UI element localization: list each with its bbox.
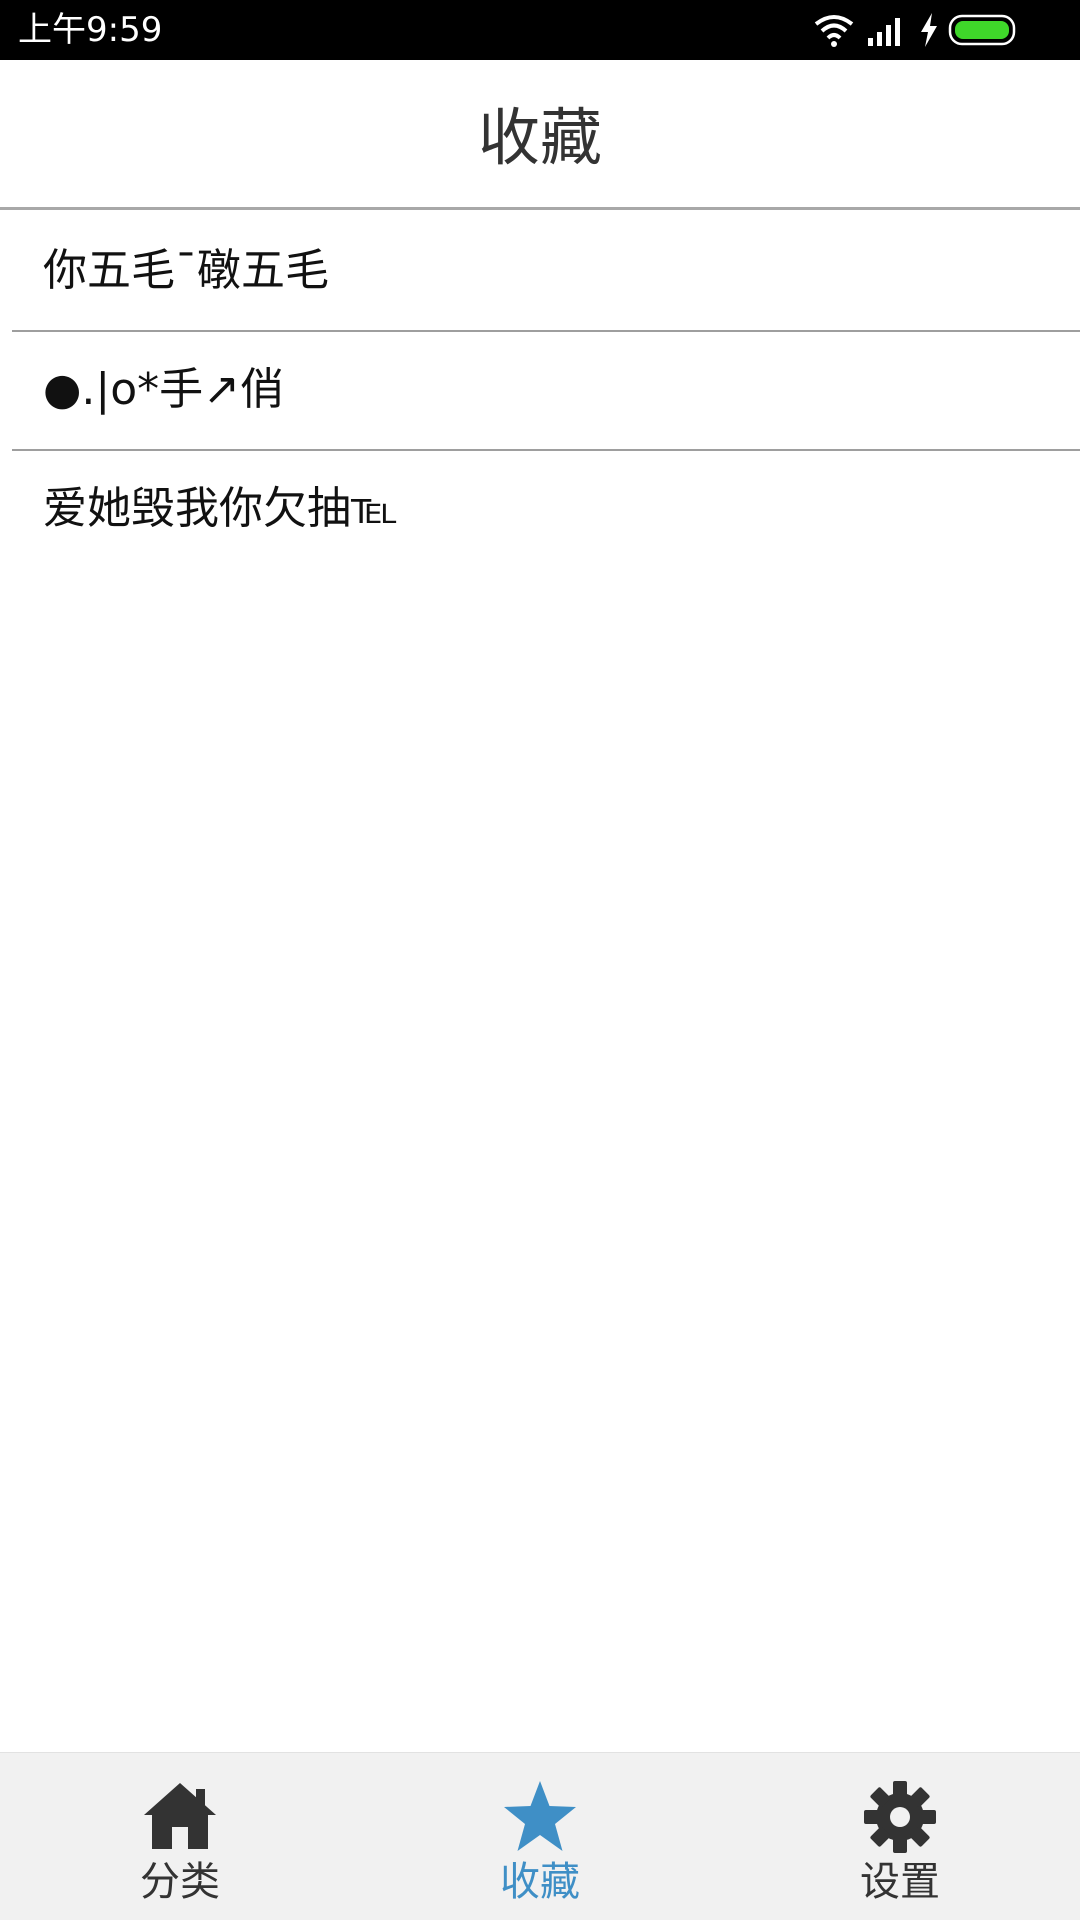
- tab-favorites[interactable]: 收藏: [360, 1753, 720, 1920]
- list-item-text: 你五毛ˉ礅五毛: [43, 245, 329, 296]
- tab-settings[interactable]: 设置: [720, 1753, 1080, 1920]
- bottom-tab-bar: 分类 收藏 设置: [0, 1752, 1080, 1920]
- star-icon: [504, 1781, 576, 1851]
- gear-icon: [864, 1781, 936, 1853]
- list-item-text: ●.|o*手↗俏: [43, 364, 284, 415]
- tab-favorites-label: 收藏: [500, 1859, 580, 1905]
- list-item[interactable]: 爱她毁我你欠抽℡: [12, 451, 1080, 570]
- battery-icon: [948, 14, 1016, 46]
- tab-settings-label: 设置: [860, 1859, 940, 1905]
- status-time: 上午9:59: [18, 10, 163, 50]
- wifi-icon: [814, 15, 854, 47]
- favorites-screen: 上午9:59 收藏 你五毛ˉ礅五毛 ●.|o*手↗俏 爱她毁我你欠抽℡ 分类 收…: [0, 0, 1080, 1920]
- list-item[interactable]: ●.|o*手↗俏: [12, 332, 1080, 451]
- list-item-text: 爱她毁我你欠抽℡: [43, 483, 399, 534]
- home-icon: [144, 1783, 216, 1849]
- tab-category-label: 分类: [140, 1859, 220, 1905]
- signal-icon: [868, 18, 900, 46]
- header-bar: 收藏: [0, 60, 1080, 210]
- list-item[interactable]: 你五毛ˉ礅五毛: [12, 213, 1080, 332]
- tab-category[interactable]: 分类: [0, 1753, 360, 1920]
- favorites-list: 你五毛ˉ礅五毛 ●.|o*手↗俏 爱她毁我你欠抽℡: [0, 213, 1080, 570]
- charging-icon: [921, 13, 937, 47]
- status-bar: 上午9:59: [0, 0, 1080, 60]
- status-icons: [814, 12, 1064, 48]
- page-title: 收藏: [477, 101, 602, 174]
